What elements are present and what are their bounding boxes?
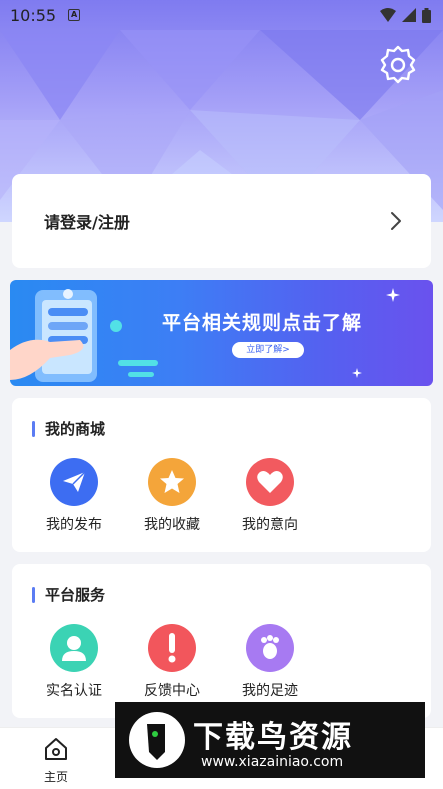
platform-services-section: 平台服务 实名认证 反馈中心 我的足迹 xyxy=(12,564,431,718)
item-label: 我的收藏 xyxy=(144,517,200,533)
section-accent-bar xyxy=(32,586,35,603)
my-intentions-button[interactable]: 我的意向 xyxy=(230,458,310,534)
sparkle-icon xyxy=(386,288,400,302)
login-label: 请登录/注册 xyxy=(44,213,130,232)
section-title: 我的商城 xyxy=(45,420,106,438)
real-name-verify-button[interactable]: 实名认证 xyxy=(34,624,114,700)
item-label: 反馈中心 xyxy=(144,683,200,699)
sparkle-icon xyxy=(352,368,362,378)
chevron-right-icon xyxy=(391,212,401,230)
wifi-icon xyxy=(380,8,396,22)
user-verify-icon xyxy=(50,624,98,672)
star-icon xyxy=(148,458,196,506)
my-favorites-button[interactable]: 我的收藏 xyxy=(132,458,212,534)
my-posts-button[interactable]: 我的发布 xyxy=(34,458,114,534)
watermark-title: 下载鸟资源 xyxy=(193,720,353,755)
feedback-center-button[interactable]: 反馈中心 xyxy=(132,624,212,700)
status-bar: 10:55 A xyxy=(0,0,443,30)
battery-icon xyxy=(422,7,431,23)
nav-home-tab[interactable]: 主页 xyxy=(36,736,76,785)
mall-section: 我的商城 我的发布 我的收藏 我的意向 xyxy=(12,398,431,552)
banner-learn-button[interactable]: 立即了解> xyxy=(232,342,304,358)
signal-icon xyxy=(402,8,416,22)
item-label: 我的意向 xyxy=(242,517,298,533)
exclamation-icon xyxy=(148,624,196,672)
banner-title: 平台相关规则点击了解 xyxy=(162,312,363,334)
section-title: 平台服务 xyxy=(45,586,106,604)
status-time: 10:55 xyxy=(10,5,57,25)
item-label: 实名认证 xyxy=(46,683,102,699)
phone-illustration xyxy=(10,289,158,382)
item-label: 我的发布 xyxy=(46,517,102,533)
settings-gear-icon[interactable] xyxy=(378,44,418,84)
watermark-url: www.xiazainiao.com xyxy=(201,754,344,770)
notification-a-icon: A xyxy=(68,9,81,21)
rules-banner[interactable]: 平台相关规则点击了解 立即了解> xyxy=(10,280,433,386)
section-accent-bar xyxy=(32,420,35,437)
bird-logo-icon xyxy=(129,712,185,768)
login-card[interactable]: 请登录/注册 xyxy=(12,174,431,268)
nav-home-label: 主页 xyxy=(43,770,68,784)
heart-icon xyxy=(246,458,294,506)
my-footprints-button[interactable]: 我的足迹 xyxy=(230,624,310,700)
footprint-icon xyxy=(246,624,294,672)
item-label: 我的足迹 xyxy=(242,683,298,699)
paper-plane-icon xyxy=(50,458,98,506)
watermark-overlay: 下载鸟资源 www.xiazainiao.com xyxy=(115,702,425,778)
home-icon xyxy=(45,738,67,760)
